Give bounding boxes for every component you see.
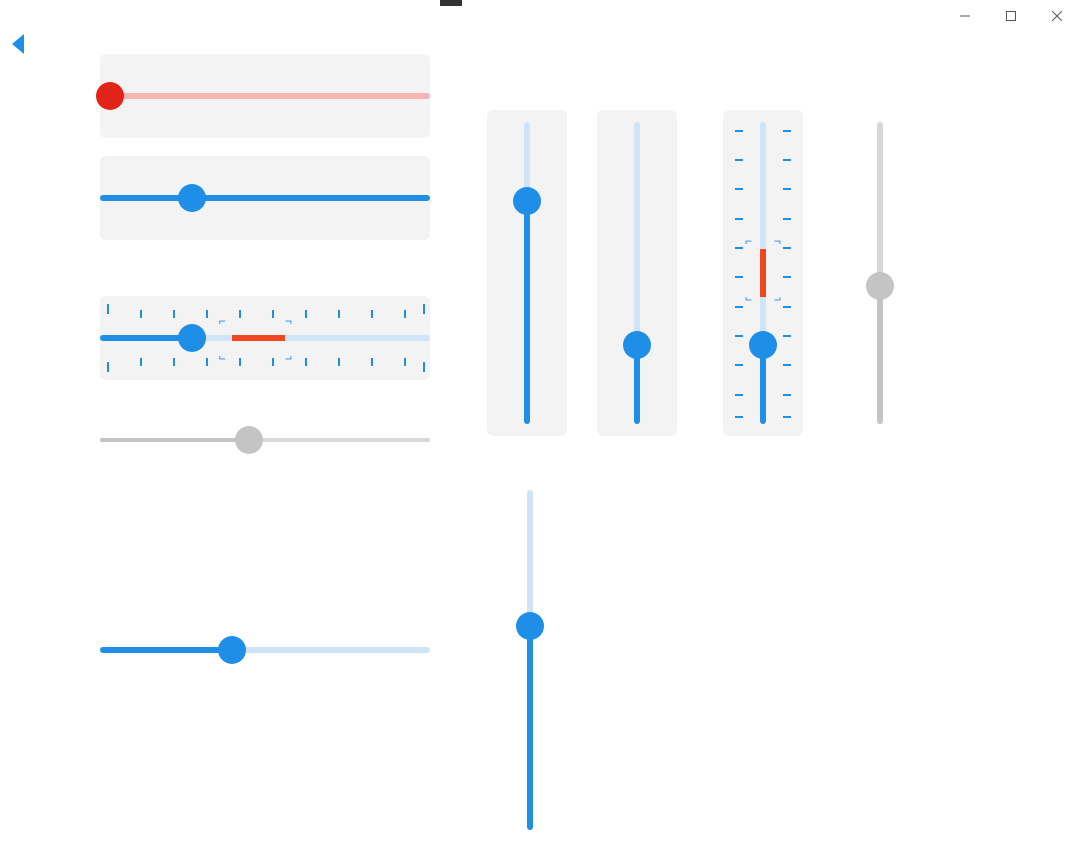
window-close-button[interactable] [1034,0,1080,32]
close-icon [1052,11,1062,21]
back-button[interactable] [8,32,28,56]
window-minimize-button[interactable] [942,0,988,32]
range-bracket-icon: ⌐ [745,293,752,307]
slider-track [634,122,640,424]
slider-thumb[interactable] [178,324,206,352]
vslider-range[interactable]: ⌐ ⌐ ⌐ ⌐ [723,110,803,436]
range-bracket-icon: ⌐ [285,352,292,366]
range-bracket-icon: ⌐ [745,234,752,248]
range-bracket-icon: ⌐ [219,314,226,328]
slider-track [100,335,430,341]
vslider-disabled [840,110,920,436]
slider-thumb[interactable] [96,82,124,110]
slider-red[interactable] [100,54,430,138]
slider-thumb[interactable] [178,184,206,212]
slider-thumb[interactable] [516,612,544,640]
slider-blue-1[interactable] [100,156,430,240]
slider-track-fill [524,207,530,424]
slider-track-fill [100,93,430,99]
slider-track [100,195,430,201]
vslider-1[interactable] [487,110,567,436]
slider-blue-2[interactable] [100,620,430,680]
slider-range[interactable]: ⌐ ⌐ ⌐ ⌐ [100,296,430,380]
maximize-icon [1006,11,1016,21]
slider-track-fill [877,285,883,424]
slider-track [527,490,533,830]
window-controls [942,0,1080,32]
slider-thumb [235,426,263,454]
slider-track-fill [100,647,232,653]
slider-range-segment [760,249,766,297]
vslider-5[interactable] [490,490,570,830]
slider-track [100,93,430,99]
slider-track [760,122,766,424]
range-bracket-icon: ⌐ [285,314,292,328]
slider-track-fill [527,626,533,830]
slider-thumb[interactable] [749,331,777,359]
app-icon-fragment [440,0,462,6]
slider-thumb [866,272,894,300]
slider-thumb[interactable] [623,331,651,359]
slider-disabled [100,410,430,470]
back-icon [8,32,28,56]
slider-range-segment [232,335,285,341]
slider-track [100,438,430,442]
slider-thumb[interactable] [218,636,246,664]
window-maximize-button[interactable] [988,0,1034,32]
range-bracket-icon: ⌐ [219,352,226,366]
slider-track [524,122,530,424]
vslider-2[interactable] [597,110,677,436]
range-bracket-icon: ⌐ [774,234,781,248]
slider-track [100,647,430,653]
range-bracket-icon: ⌐ [774,293,781,307]
minimize-icon [960,11,970,21]
slider-track-fill [100,438,249,442]
slider-track-fill [100,195,430,201]
slider-thumb[interactable] [513,187,541,215]
